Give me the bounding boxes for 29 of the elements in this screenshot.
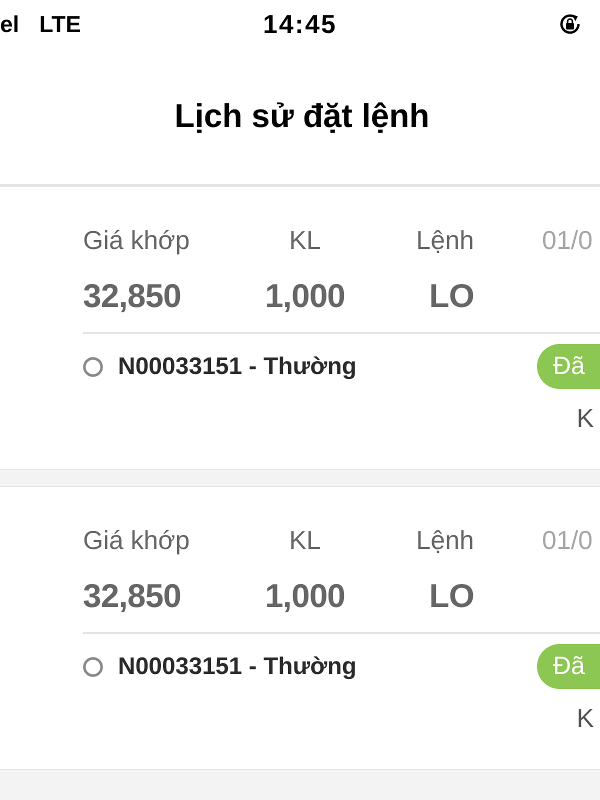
column-label: Giá khớp xyxy=(83,225,190,255)
status-badge: Đã xyxy=(537,344,600,389)
column-value: 32,850 xyxy=(83,577,181,615)
column-value: LO xyxy=(429,577,474,615)
column-label: KL xyxy=(289,525,321,555)
column-value: 1,000 xyxy=(264,277,346,315)
status-badge: Đã xyxy=(537,644,600,689)
column-label: Lệnh xyxy=(416,225,474,255)
order-date: 01/0 xyxy=(542,225,593,255)
order-card[interactable]: Giá khớp KL Lệnh 01/0 32,850 1,000 LO N00033151 - Thường Đã K xyxy=(0,486,600,770)
carrier-name: el xyxy=(0,10,20,38)
order-card[interactable]: Giá khớp KL Lệnh 01/0 32,850 1,000 LO N00033151 - Thường Đã K xyxy=(0,186,600,470)
column-value: 1,000 xyxy=(264,577,346,615)
column-label: KL xyxy=(289,225,321,255)
detail-label: K xyxy=(576,703,594,733)
page-title: Lịch sử đặt lệnh xyxy=(174,97,430,135)
clock-time: 14:45 xyxy=(263,8,337,40)
order-number: N00033151 - Thường xyxy=(118,352,357,380)
detail-label: K xyxy=(576,403,594,433)
column-value: LO xyxy=(429,277,474,315)
order-date: 01/0 xyxy=(542,525,593,555)
rotation-lock-icon xyxy=(558,12,582,36)
ring-icon xyxy=(83,356,103,376)
order-number: N00033151 - Thường xyxy=(118,652,357,680)
ring-icon xyxy=(83,656,103,676)
network-type: LTE xyxy=(39,10,81,38)
column-label: Giá khớp xyxy=(83,525,190,555)
column-label: Lệnh xyxy=(416,525,474,555)
column-value: 32,850 xyxy=(83,277,181,315)
